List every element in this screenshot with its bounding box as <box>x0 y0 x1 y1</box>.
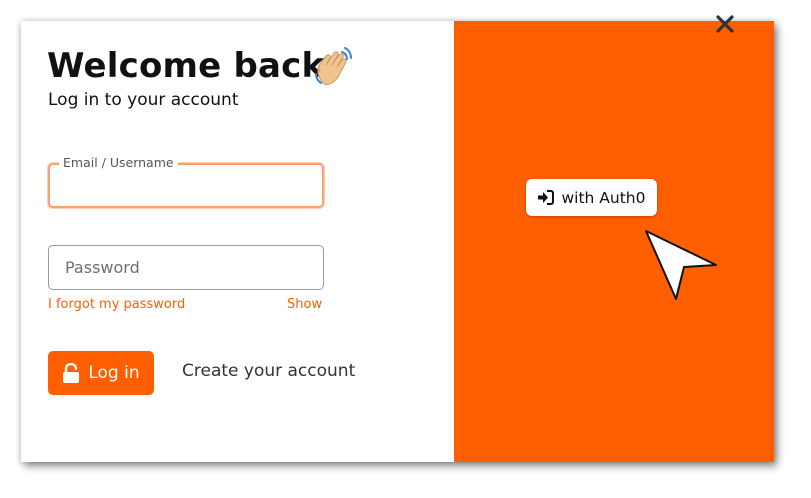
email-field[interactable]: Email / Username <box>48 155 324 208</box>
show-password-link[interactable]: Show <box>287 297 322 312</box>
password-input[interactable] <box>49 246 323 289</box>
email-input[interactable] <box>50 165 322 206</box>
email-field-label: Email / Username <box>59 155 178 170</box>
waving-hand-icon <box>315 47 352 85</box>
forgot-password-link[interactable]: I forgot my password <box>48 297 185 312</box>
create-account-link[interactable]: Create your account <box>182 361 355 381</box>
login-button-label: Log in <box>88 363 140 383</box>
page-title: Welcome back <box>47 46 325 86</box>
login-modal <box>21 21 774 462</box>
auth0-button-label: with Auth0 <box>561 188 646 207</box>
close-icon[interactable] <box>715 14 735 34</box>
login-button[interactable]: Log in <box>48 351 154 395</box>
sign-in-icon <box>538 190 555 205</box>
auth0-login-button[interactable]: with Auth0 <box>526 179 657 216</box>
password-field[interactable] <box>48 245 324 290</box>
unlock-icon <box>63 363 80 383</box>
page-subtitle: Log in to your account <box>48 90 239 110</box>
social-login-panel <box>454 21 774 462</box>
login-panel <box>21 21 454 462</box>
